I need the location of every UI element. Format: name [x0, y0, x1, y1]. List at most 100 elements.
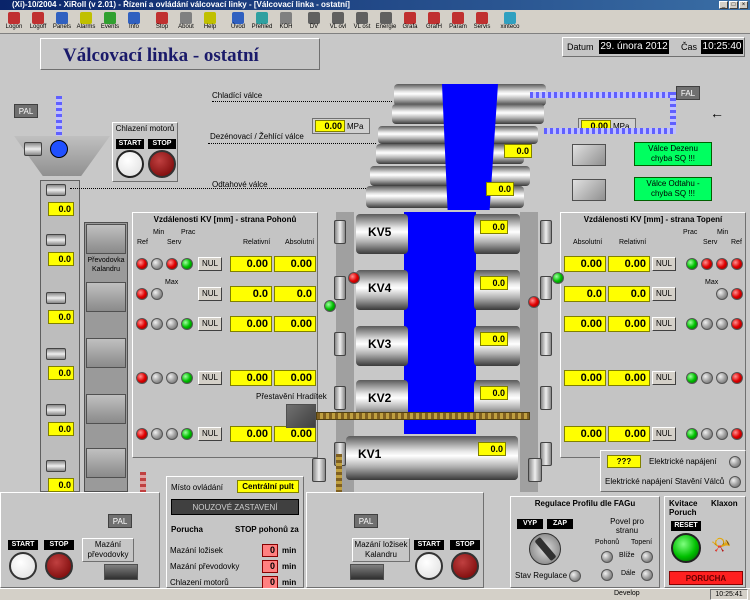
- bm-start-button[interactable]: [415, 552, 443, 580]
- energy-stavení-label: Elektrické napájení Stavění Válců: [605, 477, 725, 486]
- toolbar-label: Logon: [5, 24, 23, 30]
- kv-motor-left: [334, 276, 346, 300]
- toolbar-label: About: [178, 24, 194, 30]
- kv4-left-ok-led: [324, 300, 336, 312]
- toolbar-grafh-button[interactable]: GrafH: [422, 10, 446, 34]
- toolbar-energie-button[interactable]: Energie: [374, 10, 398, 34]
- toolbar-logon-button[interactable]: Logon: [2, 10, 26, 34]
- close-button[interactable]: ×: [739, 1, 748, 9]
- toolbar-úvod-button[interactable]: Úvod: [226, 10, 250, 34]
- left-nul-button[interactable]: NUL: [198, 371, 222, 385]
- chladici-label: Chladící válce: [212, 91, 263, 100]
- odtah-leader: [70, 188, 370, 189]
- toolbar-label: Grafa: [402, 24, 418, 30]
- toolbar-koh-button[interactable]: KOH: [274, 10, 298, 34]
- toolbar-panels-button[interactable]: Panels: [50, 10, 74, 34]
- cooling-start-button[interactable]: [116, 150, 144, 178]
- toolbar-events-button[interactable]: Events: [98, 10, 122, 34]
- left-status-led: [181, 318, 193, 330]
- right-status-led: [716, 428, 728, 440]
- prestaveni-label: Přestavění Hradítek: [256, 392, 327, 401]
- conveyor-value: 0.0: [48, 366, 74, 380]
- logoff-icon: [32, 12, 44, 24]
- maximize-button[interactable]: □: [729, 1, 738, 9]
- conveyor-value: 0.0: [48, 252, 74, 266]
- zap-label: ZAP: [547, 519, 573, 529]
- conveyor-value: 0.0: [48, 422, 74, 436]
- left-status-led: [181, 428, 193, 440]
- gearbox-segment: [86, 338, 126, 368]
- toolbar-xinteco-button[interactable]: xinteco: [498, 10, 522, 34]
- toolbar-help-button[interactable]: Help: [198, 10, 222, 34]
- kvitace-panel: Kvitace Poruch Klaxon RESET 📯 PORUCHA: [664, 496, 746, 588]
- toolbar-přehled-button[interactable]: Přehled: [250, 10, 274, 34]
- material-web-calender: [404, 212, 476, 434]
- left-nul-button[interactable]: NUL: [198, 257, 222, 271]
- toolbar-about-button[interactable]: About: [174, 10, 198, 34]
- toolbar-param-button[interactable]: Param: [446, 10, 470, 34]
- right-nul-button[interactable]: NUL: [652, 427, 676, 441]
- right-nul-button[interactable]: NUL: [652, 317, 676, 331]
- dale-pohonu-button[interactable]: [601, 569, 613, 581]
- regulace-title: Regulace Profilu dle FAGu: [534, 499, 636, 508]
- toolbar-alarms-button[interactable]: Alarms: [74, 10, 98, 34]
- regulace-panel: Regulace Profilu dle FAGu VYP ZAP Stav R…: [510, 496, 660, 588]
- regulace-switch[interactable]: [529, 533, 561, 565]
- left-status-led: [166, 318, 178, 330]
- right-nul-button[interactable]: NUL: [652, 257, 676, 271]
- minimize-button[interactable]: _: [719, 1, 728, 9]
- left-status-led: [136, 428, 148, 440]
- panels-icon: [56, 12, 68, 24]
- toolbar-grafa-button[interactable]: Grafa: [398, 10, 422, 34]
- odtah-motor-box: [572, 179, 606, 201]
- dezen-leader: [208, 143, 376, 144]
- left-nul-button[interactable]: NUL: [198, 287, 222, 301]
- left-status-led: [166, 258, 178, 270]
- dale-topeni-button[interactable]: [641, 569, 653, 581]
- energy-panel: ??? Elektrické napájení Elektrické napáj…: [600, 450, 746, 492]
- kv-roll-label: KV3: [368, 337, 392, 351]
- window-controls: _ □ ×: [719, 1, 748, 9]
- kv-motor-left: [334, 332, 346, 356]
- mazani-prevodovky-pump: [104, 564, 138, 580]
- motor-bottom-right: [528, 458, 542, 482]
- kv-motor-left: [334, 220, 346, 244]
- odtah-value: 0.0: [486, 182, 514, 196]
- left-nul-button[interactable]: NUL: [198, 317, 222, 331]
- blize-topeni-button[interactable]: [641, 551, 653, 563]
- left-status-led: [151, 318, 163, 330]
- toolbar-servis-button[interactable]: Servis: [470, 10, 494, 34]
- emergency-stop-button[interactable]: NOUZOVÉ ZASTAVENÍ: [171, 499, 299, 515]
- blize-pohonu-button[interactable]: [601, 551, 613, 563]
- toolbar-dv-button[interactable]: DV: [302, 10, 326, 34]
- status-bar: Develop 10:25:41: [0, 588, 750, 600]
- toolbar-label: Energie: [375, 24, 397, 30]
- motor-icon: [24, 142, 42, 156]
- toolbar-vl-ost-button[interactable]: VL ost: [350, 10, 374, 34]
- bl-start-button[interactable]: [9, 552, 37, 580]
- toolbar-label: Servis: [473, 24, 491, 30]
- toolbar-logoff-button[interactable]: Logoff: [26, 10, 50, 34]
- right-status-led: [716, 288, 728, 300]
- right-status-led: [686, 258, 698, 270]
- left-nul-button[interactable]: NUL: [198, 427, 222, 441]
- toolbar-info-button[interactable]: Info: [122, 10, 146, 34]
- hraditek-motor: [286, 404, 316, 428]
- bl-stop-button[interactable]: [45, 552, 73, 580]
- kv-motor-right: [540, 276, 552, 300]
- right-max-label: Max: [705, 279, 719, 286]
- right-nul-button[interactable]: NUL: [652, 371, 676, 385]
- page-title: Válcovací linka - ostatní: [63, 45, 259, 66]
- toolbar-label: Alarms: [76, 24, 96, 30]
- toolbar-stop-button[interactable]: Stop: [150, 10, 174, 34]
- toolbar-vl-ovl-button[interactable]: VL ovl: [326, 10, 350, 34]
- right-nul-button[interactable]: NUL: [652, 287, 676, 301]
- reset-button[interactable]: [671, 533, 701, 563]
- left-status-led: [166, 372, 178, 384]
- gearbox-segment: [86, 282, 126, 312]
- cooling-stop-button[interactable]: [148, 150, 176, 178]
- dezen-error-message: Válce Dezenu chyba SQ !!!: [634, 142, 712, 166]
- bm-stop-button[interactable]: [451, 552, 479, 580]
- chladici-leader: [212, 101, 392, 102]
- fal-indicator-left: PAL: [14, 104, 38, 118]
